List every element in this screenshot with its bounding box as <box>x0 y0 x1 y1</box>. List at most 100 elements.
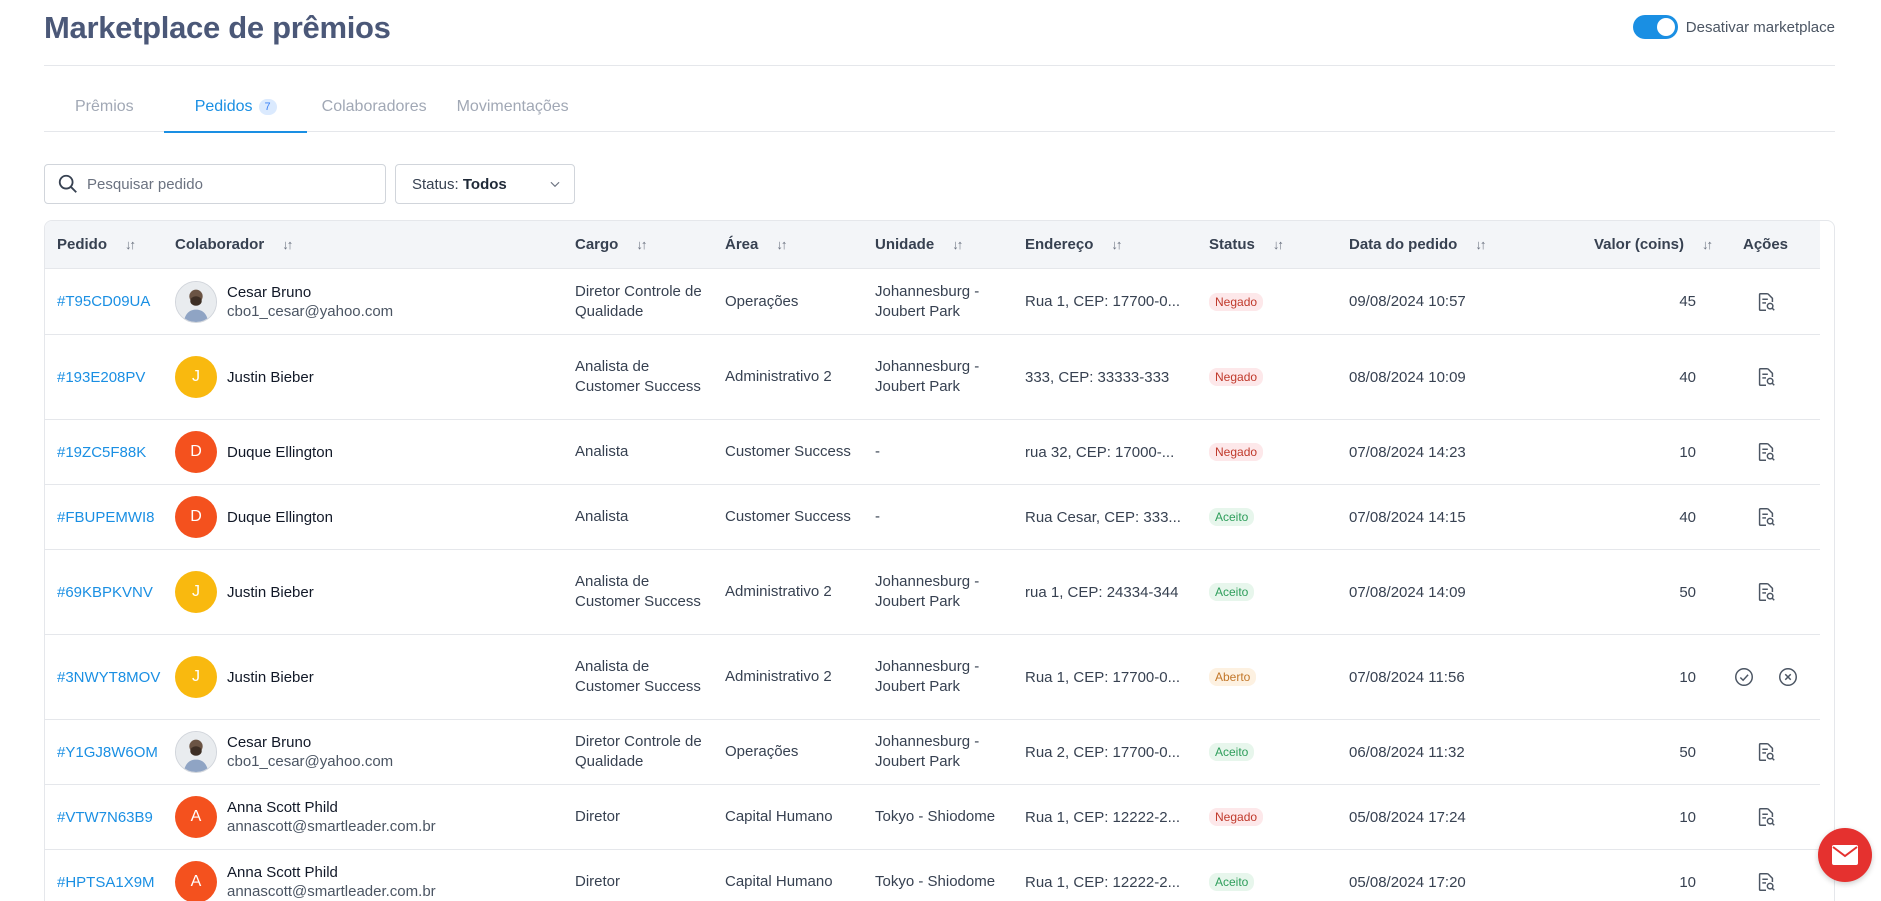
pedido-link[interactable]: #Y1GJ8W6OM <box>57 744 158 761</box>
area-cell: Administrativo 2 <box>725 583 832 600</box>
header-label: Data do pedido <box>1349 236 1458 253</box>
search-box[interactable] <box>44 164 386 204</box>
area-cell: Administrativo 2 <box>725 368 832 385</box>
colaborador-name: Duque Ellington <box>227 508 333 526</box>
cargo-cell: Analista de Customer Success <box>575 658 701 695</box>
header-area: Área ↓↑ <box>725 221 875 269</box>
endereco-cell: rua 32, CEP: 17000-... <box>1025 443 1175 461</box>
status-filter-text: Status: Todos <box>412 176 507 193</box>
view-details-icon[interactable] <box>1755 291 1777 313</box>
pedido-link[interactable]: #HPTSA1X9M <box>57 874 155 891</box>
valor-cell: 10 <box>1679 873 1696 891</box>
table-row: #69KBPKVNV J Justin Bieber Analista de Cust… <box>45 550 1820 635</box>
data-cell: 06/08/2024 11:32 <box>1349 743 1465 761</box>
status-badge: Aceito <box>1209 873 1255 891</box>
pedido-link[interactable]: #T95CD09UA <box>57 293 150 310</box>
pedido-link[interactable]: #VTW7N63B9 <box>57 809 153 826</box>
tab-movimentacoes[interactable]: Movimentações <box>442 82 584 132</box>
sort-icon[interactable]: ↓↑ <box>1475 237 1486 252</box>
colaborador-name: Cesar Bruno <box>227 283 312 301</box>
header-pedido: Pedido ↓↑ <box>45 221 175 269</box>
status-badge: Negado <box>1209 443 1264 461</box>
colaborador-name: Justin Bieber <box>227 668 314 686</box>
area-cell: Capital Humano <box>725 873 833 890</box>
sort-icon[interactable]: ↓↑ <box>1111 237 1122 252</box>
cargo-cell: Diretor Controle de Qualidade <box>575 733 702 770</box>
valor-cell: 40 <box>1679 368 1696 386</box>
view-details-icon[interactable] <box>1755 366 1777 388</box>
header-label: Endereço <box>1025 236 1094 253</box>
avatar: D <box>175 431 217 473</box>
sort-icon[interactable]: ↓↑ <box>282 237 293 252</box>
tab-colaboradores[interactable]: Colaboradores <box>307 82 442 132</box>
header-label: Cargo <box>575 236 619 253</box>
valor-cell: 50 <box>1679 743 1696 761</box>
approve-icon[interactable] <box>1733 666 1755 688</box>
endereco-cell: Rua 2, CEP: 17700-0... <box>1025 743 1181 761</box>
reject-icon[interactable] <box>1777 666 1799 688</box>
endereco-cell: Rua 1, CEP: 12222-2... <box>1025 808 1181 826</box>
view-details-icon[interactable] <box>1755 806 1777 828</box>
pedido-link[interactable]: #193E208PV <box>57 369 145 386</box>
pedido-link[interactable]: #69KBPKVNV <box>57 584 153 601</box>
area-cell: Capital Humano <box>725 808 833 825</box>
avatar: D <box>175 496 217 538</box>
header-label: Unidade <box>875 236 935 253</box>
sort-icon[interactable]: ↓↑ <box>1273 237 1284 252</box>
sort-icon[interactable]: ↓↑ <box>952 237 963 252</box>
status-badge: Aceito <box>1209 743 1255 761</box>
valor-cell: 10 <box>1679 808 1696 826</box>
table-row: #19ZC5F88K D Duque Ellington Analista Custom… <box>45 420 1820 485</box>
status-badge: Aberto <box>1209 668 1257 686</box>
status-filter-select[interactable]: Status: Todos <box>395 164 575 204</box>
valor-cell: 45 <box>1679 293 1696 310</box>
pedido-link[interactable]: #19ZC5F88K <box>57 444 146 461</box>
sort-icon[interactable]: ↓↑ <box>776 237 787 252</box>
view-details-icon[interactable] <box>1755 741 1777 763</box>
unidade-cell: Johannesburg - Joubert Park <box>875 658 980 695</box>
view-details-icon[interactable] <box>1755 441 1777 463</box>
area-cell: Administrativo 2 <box>725 668 832 685</box>
tab-premios[interactable]: Prêmios <box>44 82 164 132</box>
header-colaborador: Colaborador ↓↑ <box>175 221 575 269</box>
table-row: #VTW7N63B9 A Anna Scott Phild annascott@sma… <box>45 785 1820 850</box>
search-input[interactable] <box>87 175 367 193</box>
avatar: J <box>175 571 217 613</box>
header-label: Área <box>725 236 759 253</box>
page-title: Marketplace de prêmios <box>44 10 391 45</box>
header-unidade: Unidade ↓↑ <box>875 221 1025 269</box>
colaborador-email: cbo1_cesar@yahoo.com <box>227 753 394 770</box>
acoes-cell <box>1711 291 1820 313</box>
cargo-cell: Analista <box>575 443 629 460</box>
endereco-cell: Rua 1, CEP: 12222-2... <box>1025 873 1181 891</box>
data-cell: 05/08/2024 17:24 <box>1349 808 1466 826</box>
cargo-cell: Diretor <box>575 873 621 890</box>
status-badge: Aceito <box>1209 508 1255 526</box>
endereco-cell: Rua 1, CEP: 17700-0... <box>1025 668 1181 686</box>
valor-cell: 10 <box>1679 668 1696 686</box>
sort-icon[interactable]: ↓↑ <box>125 237 136 252</box>
data-cell: 08/08/2024 10:09 <box>1349 368 1466 386</box>
message-fab-button[interactable] <box>1818 828 1872 882</box>
header-status: Status ↓↑ <box>1209 221 1349 269</box>
tab-pedidos[interactable]: Pedidos 7 <box>163 82 307 133</box>
view-details-icon[interactable] <box>1755 506 1777 528</box>
sort-icon[interactable]: ↓↑ <box>636 237 647 252</box>
colaborador-name: Justin Bieber <box>227 583 314 601</box>
pedido-link[interactable]: #FBUPEMWI8 <box>57 509 155 526</box>
view-details-icon[interactable] <box>1755 871 1777 893</box>
unidade-cell: Tokyo - Shiodome <box>875 808 996 825</box>
data-cell: 07/08/2024 14:09 <box>1349 583 1466 601</box>
marketplace-toggle[interactable]: Desativar marketplace <box>1632 15 1835 39</box>
pedido-link[interactable]: #3NWYT8MOV <box>57 669 160 686</box>
header-label: Ações <box>1742 236 1789 253</box>
area-cell: Operações <box>725 743 799 760</box>
view-details-icon[interactable] <box>1755 581 1777 603</box>
endereco-cell: Rua Cesar, CEP: 333... <box>1025 508 1181 526</box>
chevron-down-icon <box>550 181 560 188</box>
sort-icon[interactable]: ↓↑ <box>1702 237 1713 252</box>
toggle-switch[interactable] <box>1632 15 1678 39</box>
colaborador-name: Anna Scott Phild <box>227 864 338 881</box>
table-header: Pedido ↓↑ Colaborador ↓↑ Cargo ↓↑ Área ↓↑ Un… <box>45 221 1820 269</box>
unidade-cell: Johannesburg - Joubert Park <box>875 358 980 395</box>
